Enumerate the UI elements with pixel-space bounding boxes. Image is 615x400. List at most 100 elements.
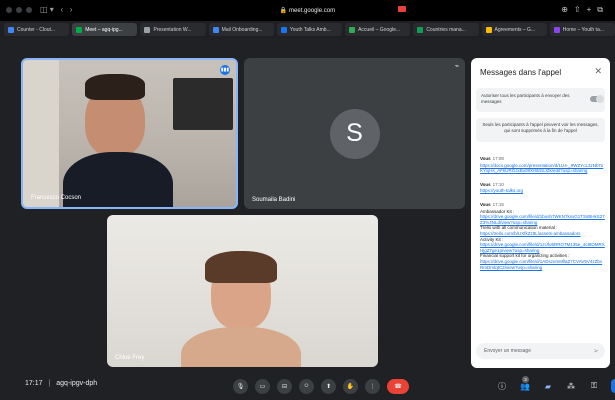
notion-icon <box>553 26 560 33</box>
camera-icon[interactable]: ▭ <box>255 378 270 394</box>
close-icon[interactable]: ✕ <box>594 66 602 77</box>
window-controls[interactable] <box>6 7 32 13</box>
browser-tab-label: Accueil – Google... <box>358 26 401 33</box>
message-time: 17:08 <box>492 156 504 161</box>
chat-title: Messages dans l'appel <box>480 68 562 77</box>
participant-name: Soumaila Badini <box>252 197 296 203</box>
browser-tab[interactable]: Accueil – Google... <box>345 23 411 36</box>
wall-tv <box>173 78 233 130</box>
message-link[interactable]: https://drive.google.com/file/d/1zUfo5RR… <box>480 242 605 253</box>
message-sender: Vous <box>480 181 491 187</box>
chat-message: Vous 17:08 https://docs.google.com/present… <box>480 156 605 174</box>
gmail-icon <box>212 26 219 33</box>
meeting-code: agq-ipgv-dph <box>56 380 98 387</box>
speaking-indicator-icon: ▮▮▮ <box>220 65 230 75</box>
browser-tab-label: Counter - Clout... <box>17 26 56 33</box>
meeting-time: 17:17 <box>25 380 43 387</box>
message-sender: Vous <box>480 156 491 161</box>
browser-tab[interactable]: Meet – agq-ipg... <box>72 23 138 36</box>
browser-tab-label: Countries mana... <box>426 26 466 33</box>
send-icon[interactable]: ➢ <box>593 347 599 355</box>
activities-icon[interactable]: ⁂ <box>565 382 577 391</box>
browser-toolbar: ◫ ▾ ‹ › 🔒 meet.google.com ⊕⇧+⧉ <box>0 0 615 21</box>
info-icon[interactable]: ⓘ <box>496 381 508 392</box>
browser-tab-label: Meet – agq-ipg... <box>85 26 123 33</box>
participant-tile-3[interactable]: Chloe Frey <box>107 215 378 367</box>
emoji-icon[interactable]: ☺ <box>299 378 314 394</box>
browser-actions[interactable]: ⊕⇧+⧉ <box>561 5 609 15</box>
present-icon[interactable]: ⬆ <box>321 378 336 394</box>
avatar: S <box>329 108 380 159</box>
meet-icon <box>76 26 83 33</box>
host-controls-icon[interactable]: ⚿ <box>588 381 600 391</box>
recording-icon <box>398 6 406 12</box>
call-controls: 🎙 ▭ ⊟ ☺ ⬆ ✋ ⋮ ☎ <box>233 372 409 400</box>
browser-tab-label: Mail Onboarding... <box>221 26 263 33</box>
message-link[interactable]: https://docs.google.com/presentation/d/1… <box>480 163 605 174</box>
message-link[interactable]: https://youth-talks.org <box>480 188 605 194</box>
message-header: Vous 17:08 <box>480 156 605 162</box>
message-link[interactable]: https://drive.google.com/file/d/1bosh7WK… <box>480 214 605 225</box>
chat-icon[interactable]: ▰ <box>542 382 554 391</box>
chrome-icon <box>8 26 14 33</box>
browser-tab-label: Presentation W... <box>153 26 192 33</box>
message-time: 17:15 <box>492 201 504 207</box>
end-call-icon[interactable]: ☎ <box>387 378 409 394</box>
participant-tile-2[interactable]: ⌁ S Soumaila Badini <box>244 58 465 209</box>
message-header: Vous 17:10 <box>480 182 605 188</box>
allow-messages-toggle[interactable] <box>590 95 604 103</box>
drive-icon <box>349 26 356 33</box>
raise-hand-icon[interactable]: ✋ <box>343 378 358 394</box>
chat-panel: Messages dans l'appel ✕ Autoriser tous l… <box>471 58 610 368</box>
timer-icon[interactable]: ⏰ <box>611 379 615 393</box>
door-frame <box>23 60 59 207</box>
allow-messages-label: Autoriser tous les participants à envoye… <box>481 93 570 104</box>
tab-strip: Counter - Clout... Meet – agq-ipg... Prese… <box>0 21 615 38</box>
browser-tab[interactable]: Youth Talks Amb... <box>276 23 343 36</box>
browser-tab[interactable]: Presentation W... <box>140 23 206 36</box>
browser-tab[interactable]: Countries mana... <box>413 23 479 36</box>
browser-tab[interactable]: Home – Youth ta... <box>549 23 615 36</box>
chat-message: Vous 17:10 https://youth-talks.org <box>480 182 605 194</box>
people-count-badge: 3 <box>522 375 529 383</box>
close-window-icon[interactable] <box>6 7 12 13</box>
browser-tab-label: Agreements – G... <box>494 26 536 33</box>
participant-name: Chloe Frey <box>115 355 145 361</box>
facebook-icon <box>280 26 287 33</box>
message-sender: Vous <box>480 201 491 207</box>
captions-icon[interactable]: ⊟ <box>277 378 292 394</box>
address-bar[interactable]: 🔒 meet.google.com <box>280 7 335 14</box>
muted-mic-icon: ⌁ <box>454 63 459 70</box>
more-icon[interactable]: ⋮ <box>365 378 380 394</box>
browser-tab-label: Home – Youth ta... <box>562 26 604 33</box>
chrome-icon <box>144 26 151 33</box>
browser-tab-label: Youth Talks Amb... <box>289 26 331 33</box>
message-link[interactable]: https://drive.google.com/file/d/1ADszemM… <box>480 259 605 270</box>
browser-tab[interactable]: Counter - Clout... <box>4 23 70 36</box>
drive-icon <box>485 26 492 33</box>
separator: | <box>48 380 51 387</box>
message-input[interactable]: Envoyer un message <box>476 343 605 359</box>
message-list: Vous 17:08 https://docs.google.com/present… <box>480 156 605 278</box>
minimize-window-icon[interactable] <box>16 7 22 13</box>
microphone-icon[interactable]: 🎙 <box>233 378 248 394</box>
message-time: 17:10 <box>492 181 504 187</box>
maximize-window-icon[interactable] <box>26 7 32 13</box>
browser-tab[interactable]: Agreements – G... <box>481 23 547 36</box>
meeting-bar: 17:17 | agq-ipgv-dph 🎙 ▭ ⊟ ☺ ⬆ ✋ ⋮ ☎ ⓘ 👥… <box>0 372 615 400</box>
participant-hair <box>205 251 277 283</box>
history-nav[interactable]: ◫ ▾ ‹ › <box>40 5 72 14</box>
message-header: Vous 17:15 <box>480 202 605 208</box>
chat-message: Vous 17:15 Ambassador Kit : https://drive.g… <box>480 202 605 270</box>
url-text: meet.google.com <box>289 8 336 14</box>
chat-notice: Seuls les participants à l'appel peuvent… <box>476 118 605 142</box>
meeting-info: 17:17 | agq-ipgv-dph <box>25 380 97 387</box>
people-icon[interactable]: 👥 3 <box>519 375 531 391</box>
allow-messages-setting: Autoriser tous les participants à envoye… <box>476 88 605 112</box>
participant-tile-1[interactable]: ▮▮▮ Francesco Cocson <box>21 58 238 209</box>
participant-shoulders <box>181 327 301 367</box>
participant-hair <box>85 74 145 100</box>
side-controls: ⓘ 👥3 ▰ ⁂ ⚿ ⏰ <box>496 372 615 400</box>
browser-tab[interactable]: Mail Onboarding... <box>208 23 274 36</box>
sheets-icon <box>417 26 424 33</box>
